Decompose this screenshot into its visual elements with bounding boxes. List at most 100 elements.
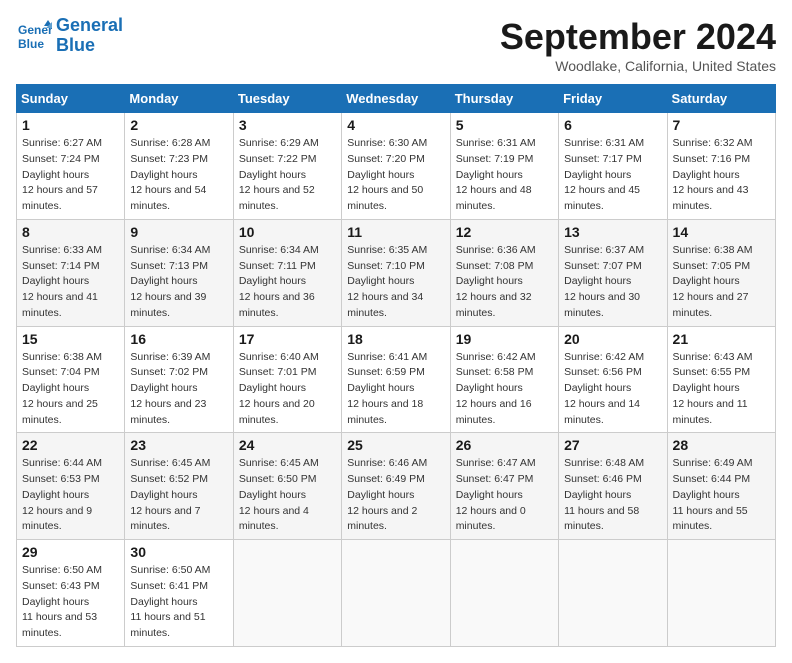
- header-friday: Friday: [559, 85, 667, 113]
- calendar-day-cell: 11 Sunrise: 6:35 AM Sunset: 7:10 PM Dayl…: [342, 219, 450, 326]
- day-details: Sunrise: 6:44 AM Sunset: 6:53 PM Dayligh…: [22, 456, 119, 535]
- day-details: Sunrise: 6:39 AM Sunset: 7:02 PM Dayligh…: [130, 350, 227, 429]
- header-monday: Monday: [125, 85, 233, 113]
- day-number: 15: [22, 331, 119, 347]
- day-details: Sunrise: 6:36 AM Sunset: 7:08 PM Dayligh…: [456, 243, 553, 322]
- day-number: 8: [22, 224, 119, 240]
- calendar-day-cell: 30 Sunrise: 6:50 AM Sunset: 6:41 PM Dayl…: [125, 540, 233, 647]
- calendar-day-cell: 28 Sunrise: 6:49 AM Sunset: 6:44 PM Dayl…: [667, 433, 775, 540]
- day-details: Sunrise: 6:50 AM Sunset: 6:41 PM Dayligh…: [130, 563, 227, 642]
- day-details: Sunrise: 6:48 AM Sunset: 6:46 PM Dayligh…: [564, 456, 661, 535]
- day-details: Sunrise: 6:43 AM Sunset: 6:55 PM Dayligh…: [673, 350, 770, 429]
- header-thursday: Thursday: [450, 85, 558, 113]
- day-details: Sunrise: 6:42 AM Sunset: 6:56 PM Dayligh…: [564, 350, 661, 429]
- calendar-day-cell: 20 Sunrise: 6:42 AM Sunset: 6:56 PM Dayl…: [559, 326, 667, 433]
- calendar-day-cell: 10 Sunrise: 6:34 AM Sunset: 7:11 PM Dayl…: [233, 219, 341, 326]
- day-number: 14: [673, 224, 770, 240]
- day-details: Sunrise: 6:31 AM Sunset: 7:17 PM Dayligh…: [564, 136, 661, 215]
- day-details: Sunrise: 6:37 AM Sunset: 7:07 PM Dayligh…: [564, 243, 661, 322]
- calendar-week-row: 29 Sunrise: 6:50 AM Sunset: 6:43 PM Dayl…: [17, 540, 776, 647]
- calendar-day-cell: [559, 540, 667, 647]
- day-details: Sunrise: 6:34 AM Sunset: 7:13 PM Dayligh…: [130, 243, 227, 322]
- day-number: 1: [22, 117, 119, 133]
- day-number: 22: [22, 437, 119, 453]
- day-details: Sunrise: 6:42 AM Sunset: 6:58 PM Dayligh…: [456, 350, 553, 429]
- day-details: Sunrise: 6:35 AM Sunset: 7:10 PM Dayligh…: [347, 243, 444, 322]
- location-title: Woodlake, California, United States: [500, 58, 776, 74]
- day-number: 7: [673, 117, 770, 133]
- calendar-day-cell: [342, 540, 450, 647]
- day-number: 16: [130, 331, 227, 347]
- day-number: 26: [456, 437, 553, 453]
- header-tuesday: Tuesday: [233, 85, 341, 113]
- header-wednesday: Wednesday: [342, 85, 450, 113]
- header-saturday: Saturday: [667, 85, 775, 113]
- day-number: 28: [673, 437, 770, 453]
- calendar-day-cell: 25 Sunrise: 6:46 AM Sunset: 6:49 PM Dayl…: [342, 433, 450, 540]
- day-number: 10: [239, 224, 336, 240]
- calendar-day-cell: 22 Sunrise: 6:44 AM Sunset: 6:53 PM Dayl…: [17, 433, 125, 540]
- day-number: 3: [239, 117, 336, 133]
- day-number: 24: [239, 437, 336, 453]
- day-number: 23: [130, 437, 227, 453]
- day-number: 20: [564, 331, 661, 347]
- header-sunday: Sunday: [17, 85, 125, 113]
- day-number: 19: [456, 331, 553, 347]
- calendar-header-row: Sunday Monday Tuesday Wednesday Thursday…: [17, 85, 776, 113]
- day-number: 18: [347, 331, 444, 347]
- day-number: 27: [564, 437, 661, 453]
- day-details: Sunrise: 6:34 AM Sunset: 7:11 PM Dayligh…: [239, 243, 336, 322]
- month-title: September 2024: [500, 16, 776, 58]
- logo: General Blue General Blue: [16, 16, 123, 56]
- day-number: 11: [347, 224, 444, 240]
- calendar-week-row: 8 Sunrise: 6:33 AM Sunset: 7:14 PM Dayli…: [17, 219, 776, 326]
- calendar-day-cell: 5 Sunrise: 6:31 AM Sunset: 7:19 PM Dayli…: [450, 113, 558, 220]
- calendar-day-cell: 19 Sunrise: 6:42 AM Sunset: 6:58 PM Dayl…: [450, 326, 558, 433]
- title-section: September 2024 Woodlake, California, Uni…: [500, 16, 776, 74]
- calendar-day-cell: 12 Sunrise: 6:36 AM Sunset: 7:08 PM Dayl…: [450, 219, 558, 326]
- calendar-week-row: 1 Sunrise: 6:27 AM Sunset: 7:24 PM Dayli…: [17, 113, 776, 220]
- day-details: Sunrise: 6:45 AM Sunset: 6:52 PM Dayligh…: [130, 456, 227, 535]
- day-details: Sunrise: 6:38 AM Sunset: 7:05 PM Dayligh…: [673, 243, 770, 322]
- day-details: Sunrise: 6:32 AM Sunset: 7:16 PM Dayligh…: [673, 136, 770, 215]
- day-number: 2: [130, 117, 227, 133]
- day-details: Sunrise: 6:38 AM Sunset: 7:04 PM Dayligh…: [22, 350, 119, 429]
- calendar-day-cell: [450, 540, 558, 647]
- calendar-day-cell: 2 Sunrise: 6:28 AM Sunset: 7:23 PM Dayli…: [125, 113, 233, 220]
- day-number: 13: [564, 224, 661, 240]
- calendar-day-cell: 6 Sunrise: 6:31 AM Sunset: 7:17 PM Dayli…: [559, 113, 667, 220]
- logo-blue: Blue: [56, 35, 95, 55]
- svg-text:Blue: Blue: [18, 37, 44, 51]
- calendar-day-cell: 27 Sunrise: 6:48 AM Sunset: 6:46 PM Dayl…: [559, 433, 667, 540]
- calendar-day-cell: 3 Sunrise: 6:29 AM Sunset: 7:22 PM Dayli…: [233, 113, 341, 220]
- day-details: Sunrise: 6:31 AM Sunset: 7:19 PM Dayligh…: [456, 136, 553, 215]
- day-details: Sunrise: 6:40 AM Sunset: 7:01 PM Dayligh…: [239, 350, 336, 429]
- calendar-day-cell: 13 Sunrise: 6:37 AM Sunset: 7:07 PM Dayl…: [559, 219, 667, 326]
- day-details: Sunrise: 6:27 AM Sunset: 7:24 PM Dayligh…: [22, 136, 119, 215]
- day-details: Sunrise: 6:33 AM Sunset: 7:14 PM Dayligh…: [22, 243, 119, 322]
- day-details: Sunrise: 6:45 AM Sunset: 6:50 PM Dayligh…: [239, 456, 336, 535]
- calendar-day-cell: 7 Sunrise: 6:32 AM Sunset: 7:16 PM Dayli…: [667, 113, 775, 220]
- calendar-day-cell: 16 Sunrise: 6:39 AM Sunset: 7:02 PM Dayl…: [125, 326, 233, 433]
- calendar-week-row: 15 Sunrise: 6:38 AM Sunset: 7:04 PM Dayl…: [17, 326, 776, 433]
- calendar-day-cell: 14 Sunrise: 6:38 AM Sunset: 7:05 PM Dayl…: [667, 219, 775, 326]
- day-number: 5: [456, 117, 553, 133]
- day-number: 6: [564, 117, 661, 133]
- day-details: Sunrise: 6:49 AM Sunset: 6:44 PM Dayligh…: [673, 456, 770, 535]
- calendar-day-cell: 17 Sunrise: 6:40 AM Sunset: 7:01 PM Dayl…: [233, 326, 341, 433]
- calendar-day-cell: 4 Sunrise: 6:30 AM Sunset: 7:20 PM Dayli…: [342, 113, 450, 220]
- day-details: Sunrise: 6:30 AM Sunset: 7:20 PM Dayligh…: [347, 136, 444, 215]
- day-number: 29: [22, 544, 119, 560]
- day-number: 30: [130, 544, 227, 560]
- calendar-day-cell: 1 Sunrise: 6:27 AM Sunset: 7:24 PM Dayli…: [17, 113, 125, 220]
- calendar-table: Sunday Monday Tuesday Wednesday Thursday…: [16, 84, 776, 647]
- calendar-day-cell: 23 Sunrise: 6:45 AM Sunset: 6:52 PM Dayl…: [125, 433, 233, 540]
- day-details: Sunrise: 6:47 AM Sunset: 6:47 PM Dayligh…: [456, 456, 553, 535]
- day-details: Sunrise: 6:46 AM Sunset: 6:49 PM Dayligh…: [347, 456, 444, 535]
- calendar-day-cell: 9 Sunrise: 6:34 AM Sunset: 7:13 PM Dayli…: [125, 219, 233, 326]
- calendar-day-cell: [667, 540, 775, 647]
- day-details: Sunrise: 6:50 AM Sunset: 6:43 PM Dayligh…: [22, 563, 119, 642]
- logo-text: General Blue: [56, 16, 123, 56]
- calendar-week-row: 22 Sunrise: 6:44 AM Sunset: 6:53 PM Dayl…: [17, 433, 776, 540]
- day-number: 12: [456, 224, 553, 240]
